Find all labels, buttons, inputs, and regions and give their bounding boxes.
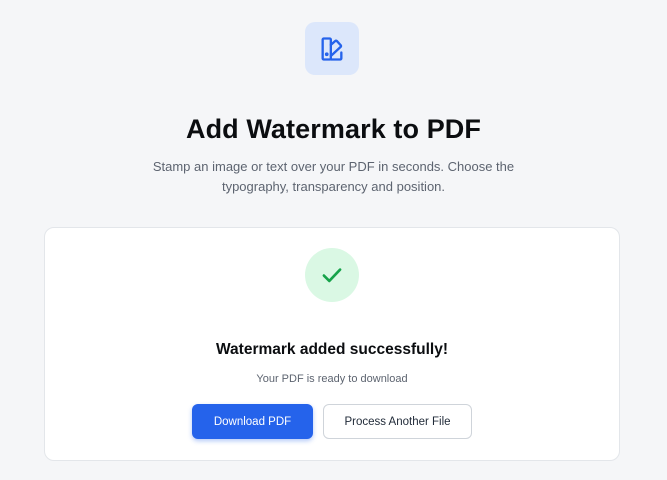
success-title: Watermark added successfully! [215,341,448,358]
success-subtitle: Your PDF is ready to download [256,373,408,385]
checkmark-icon [322,268,342,283]
process-another-file-button[interactable]: Process Another File [323,404,472,439]
page-subtitle: Stamp an image or text over your PDF in … [152,159,515,194]
document-brush-icon [321,36,343,61]
download-pdf-button[interactable]: Download PDF [192,404,313,439]
success-badge [305,248,359,302]
app-icon [305,22,359,75]
page-title: Add Watermark to PDF [185,114,482,144]
result-card: Watermark added successfully! Your PDF i… [44,227,620,461]
